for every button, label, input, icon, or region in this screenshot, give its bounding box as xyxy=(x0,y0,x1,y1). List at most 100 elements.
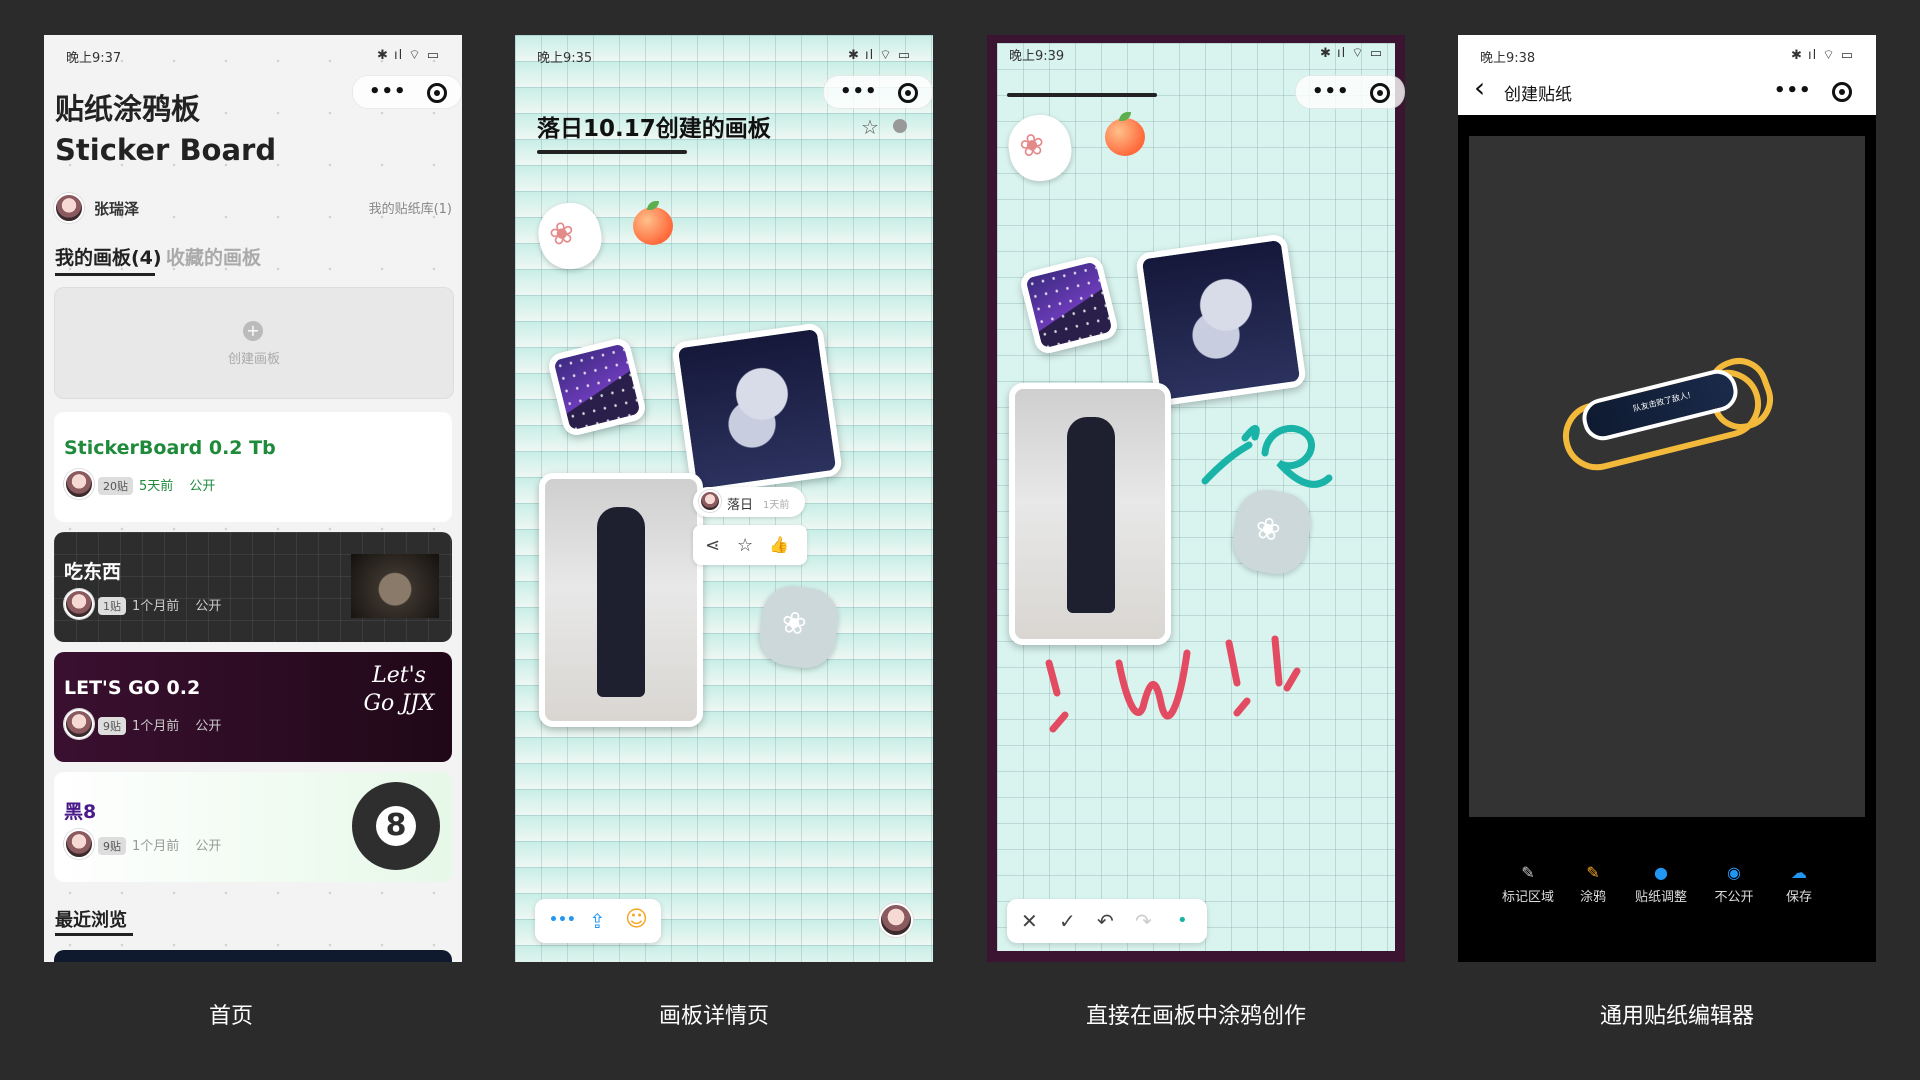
board-visibility: 公开 xyxy=(189,479,216,494)
star-icon[interactable]: ☆ xyxy=(861,115,879,139)
user-name: 张瑞泽 xyxy=(94,200,140,218)
tool-label: 保存 xyxy=(1785,890,1812,905)
recent-board-preview[interactable] xyxy=(54,950,452,962)
tool-mark-area[interactable]: ✎ 标记区域 xyxy=(1498,863,1558,905)
undo-icon[interactable]: ↶ xyxy=(1097,909,1114,933)
avatar xyxy=(699,490,721,512)
tool-doodle[interactable]: ✎ 涂鸦 xyxy=(1568,863,1618,905)
mini-program-capsule[interactable]: ••• xyxy=(1758,75,1866,107)
tool-label: 标记区域 xyxy=(1501,890,1554,905)
board-card[interactable]: 黑8 9贴 1个月前 公开 8 xyxy=(54,772,452,882)
page-title: 贴纸涂鸦板 Sticker Board xyxy=(55,89,276,171)
brush-icon: ✎ xyxy=(1586,863,1600,882)
status-icons: ✱ ıl ⌔ ▭ xyxy=(847,48,911,63)
board-time: 1个月前 xyxy=(132,599,180,614)
mini-program-capsule[interactable]: ••• xyxy=(823,75,933,109)
board-card[interactable]: LET'S GO 0.2 9贴 1个月前 公开 Let's Go JJX xyxy=(54,652,452,762)
mark-area-icon: ✎ xyxy=(1521,863,1535,882)
emoji-icon[interactable]: ☺ xyxy=(625,907,648,932)
board-card[interactable]: 吃东西 1贴 1个月前 公开 xyxy=(54,532,452,642)
status-icons: ✱ ıl ⌔ ▭ xyxy=(376,48,440,63)
more-icon[interactable]: ••• xyxy=(1774,80,1812,101)
board-title: 黑8 xyxy=(64,801,97,823)
share-icon[interactable]: ⇪ xyxy=(589,909,606,933)
redo-icon[interactable]: ↷ xyxy=(1135,909,1152,933)
tab-my-boards[interactable]: 我的画板(4) xyxy=(55,243,162,270)
board-meta: 9贴 1个月前 公开 xyxy=(64,835,221,855)
close-target-icon[interactable] xyxy=(1832,82,1852,102)
photo-sticker[interactable] xyxy=(539,473,703,727)
bunny-sticker[interactable]: ❀ xyxy=(755,582,843,672)
doodle-strokes xyxy=(1045,424,1333,733)
tool-label: 涂鸦 xyxy=(1579,890,1606,905)
status-time: 晚上9:37 xyxy=(66,51,122,66)
board-meta: 20贴 5天前 公开 xyxy=(64,475,215,495)
doodle-canvas[interactable]: ••• ❀ ❀ ✕ ✓ ↶ ↷ • xyxy=(997,43,1405,951)
popup-user: 落日 xyxy=(727,498,754,513)
avatar[interactable] xyxy=(879,903,913,937)
avatar[interactable] xyxy=(54,193,84,223)
more-icon[interactable]: ••• xyxy=(549,912,576,928)
status-time: 晚上9:35 xyxy=(537,51,593,66)
close-target-icon[interactable] xyxy=(898,83,918,103)
board-time: 5天前 xyxy=(139,479,174,494)
share-icon[interactable]: ⋖ xyxy=(705,535,720,556)
recent-heading: 最近浏览 xyxy=(55,910,127,931)
mini-program-capsule[interactable]: ••• xyxy=(352,75,462,109)
status-bar: 晚上9:39 ✱ ıl ⌔ ▭ xyxy=(987,41,1405,64)
galaxy-sticker[interactable] xyxy=(546,336,648,438)
status-bar: 晚上9:37 ✱ ıl ⌔ ▭ xyxy=(44,43,462,66)
close-target-icon[interactable] xyxy=(427,83,447,103)
caption-editor: 通用贴纸编辑器 xyxy=(1599,1004,1754,1029)
more-icon[interactable]: ••• xyxy=(369,81,407,102)
color-dot-icon[interactable]: • xyxy=(1177,910,1188,931)
board-visibility: 公开 xyxy=(195,599,222,614)
caption-doodle: 直接在画板中涂鸦创作 xyxy=(1085,1004,1306,1029)
board-time: 1个月前 xyxy=(132,719,180,734)
editor-canvas[interactable]: 队友击败了敌人! xyxy=(1469,136,1865,817)
sticker-action-bar: ⋖ ☆ 👍 xyxy=(693,525,807,565)
teal-doodle xyxy=(1201,424,1333,488)
adjust-icon: ● xyxy=(1654,863,1668,882)
board-meta: 9贴 1个月前 公开 xyxy=(64,715,221,735)
sticker-count-badge: 20贴 xyxy=(98,477,133,495)
status-bar: 晚上9:38 ✱ ıl ⌔ ▭ xyxy=(1458,43,1876,66)
close-icon[interactable]: ✕ xyxy=(1021,909,1038,933)
peach-sticker[interactable] xyxy=(633,201,673,245)
status-icons: ✱ ıl ⌔ ▭ xyxy=(1319,46,1383,61)
bunny-sticker[interactable]: ❀ xyxy=(532,197,608,275)
star-icon[interactable]: ☆ xyxy=(737,535,753,556)
recent-underline xyxy=(55,933,133,936)
more-icon[interactable]: ••• xyxy=(840,81,878,102)
check-icon[interactable]: ✓ xyxy=(1059,909,1076,933)
doodle-screen: ••• ❀ ❀ ✕ ✓ ↶ ↷ • 晚上9:39 ✱ ıl ⌔ ▭ xyxy=(987,35,1405,962)
status-time: 晚上9:39 xyxy=(1009,49,1065,64)
like-icon[interactable]: 👍 xyxy=(769,535,789,554)
back-icon[interactable]: ‹ xyxy=(1474,71,1485,104)
bell-icon[interactable] xyxy=(893,119,907,133)
sticker-library-link[interactable]: 我的贴纸库(1) xyxy=(369,198,452,217)
tab-favorite-boards[interactable]: 收藏的画板 xyxy=(166,243,261,270)
handwritten-doodle: Let's Go JJX xyxy=(363,663,435,716)
title-underline xyxy=(537,150,687,154)
eye-icon: ◉ xyxy=(1727,863,1741,882)
board-time: 1个月前 xyxy=(132,839,180,854)
status-time: 晚上9:38 xyxy=(1480,51,1536,66)
status-icons: ✱ ıl ⌔ ▭ xyxy=(1790,48,1854,63)
sticker-count-badge: 9贴 xyxy=(98,717,126,735)
tool-save[interactable]: ☁ 保存 xyxy=(1774,863,1824,905)
board-card[interactable]: StickerBoard 0.2 Tb 20贴 5天前 公开 xyxy=(54,412,452,522)
tool-private[interactable]: ◉ 不公开 xyxy=(1704,863,1764,905)
tool-sticker-adjust[interactable]: ● 贴纸调整 xyxy=(1626,863,1696,905)
anime-sticker[interactable] xyxy=(671,322,843,496)
create-board-button[interactable]: + 创建画板 xyxy=(54,287,454,399)
caption-detail: 画板详情页 xyxy=(658,1004,769,1029)
editor-header: 晚上9:38 ✱ ıl ⌔ ▭ ‹ 创建贴纸 ••• xyxy=(1458,35,1876,115)
popup-time: 1天前 xyxy=(763,500,790,511)
eight-ball-number: 8 xyxy=(376,806,416,846)
page-title-cn: 贴纸涂鸦板 xyxy=(55,92,201,126)
sticker-text: 队友击败了敌人! xyxy=(1632,390,1692,414)
eight-ball-icon: 8 xyxy=(352,782,440,870)
sticker-owner-popup[interactable]: 落日 1天前 xyxy=(693,487,805,517)
board-detail-screen: 晚上9:35 ✱ ıl ⌔ ▭ ••• 落日10.17创建的画板 ☆ ❀ 落日 … xyxy=(515,35,933,962)
